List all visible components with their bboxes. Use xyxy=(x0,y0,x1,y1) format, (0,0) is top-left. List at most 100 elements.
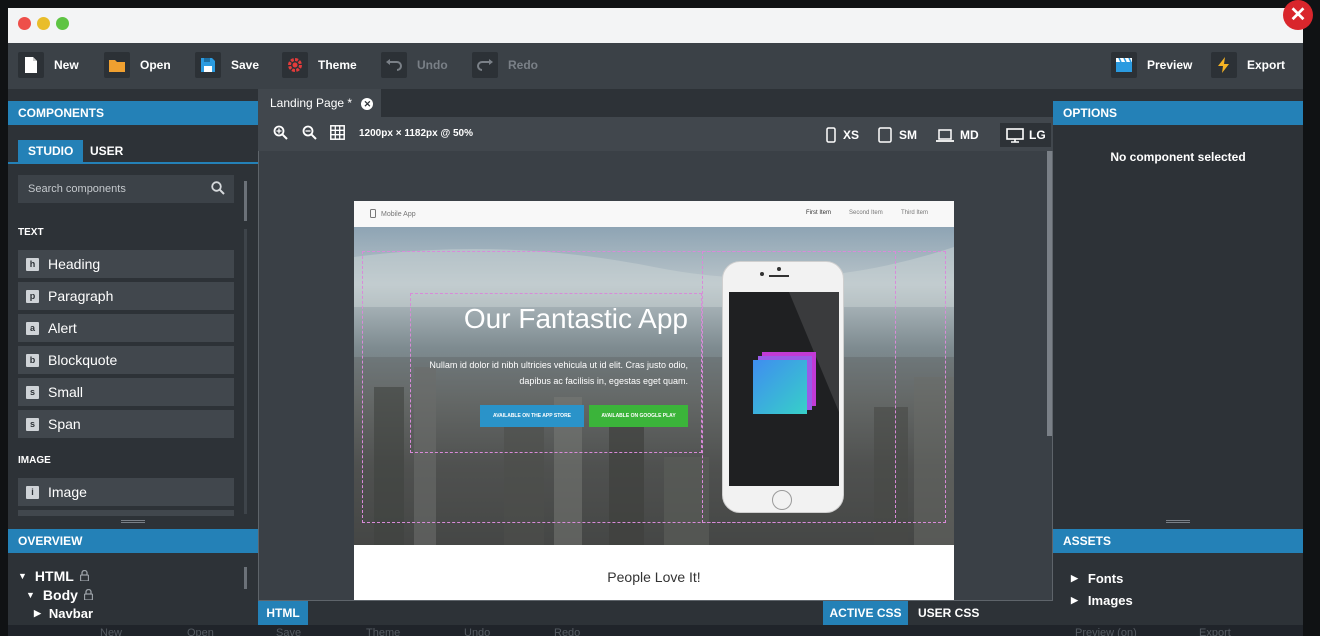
grid-icon[interactable] xyxy=(330,125,345,145)
undo-icon xyxy=(381,52,407,78)
component-paragraph[interactable]: p Paragraph xyxy=(18,282,234,310)
component-blockquote[interactable]: b Blockquote xyxy=(18,346,234,374)
breakpoint-xs[interactable]: XS xyxy=(826,123,859,147)
component-badge: s xyxy=(26,385,39,399)
resize-handle[interactable] xyxy=(1166,520,1190,523)
tree-label: Body xyxy=(42,587,78,603)
window-minimize-dot[interactable] xyxy=(37,17,50,30)
tree-item-navbar[interactable]: ▶ Navbar xyxy=(34,606,93,621)
search-icon[interactable] xyxy=(211,181,225,200)
background-toolbar: New Open Save Theme Undo Redo Preview (o… xyxy=(8,625,1303,636)
section-heading[interactable]: People Love It! xyxy=(354,569,954,585)
app-window: New Open Save Theme Undo Redo Preview Ex… xyxy=(8,8,1303,636)
breakpoint-md[interactable]: MD xyxy=(936,123,979,147)
ghost-label: Undo xyxy=(464,627,491,636)
undo-button[interactable]: Undo xyxy=(381,51,448,79)
theme-button[interactable]: Theme xyxy=(282,51,357,79)
component-badge: h xyxy=(26,257,39,271)
search-input[interactable]: Search components xyxy=(18,175,234,203)
close-app-icon[interactable]: ✕ xyxy=(1283,0,1313,30)
ghost-label: Redo xyxy=(554,627,581,636)
document-tab[interactable]: Landing Page * ✕ xyxy=(258,89,381,117)
ghost-label: Theme xyxy=(366,627,401,636)
assets-item-fonts[interactable]: ▶ Fonts xyxy=(1071,571,1123,586)
tree-item-html[interactable]: ▼ HTML xyxy=(18,568,89,584)
resize-handle[interactable] xyxy=(121,520,145,523)
breakpoint-lg[interactable]: LG xyxy=(1000,123,1051,147)
design-canvas[interactable]: Mobile App First Item Second Item Third … xyxy=(258,151,1053,601)
hero-section[interactable]: Our Fantastic App Nullam id dolor id nib… xyxy=(354,227,954,545)
tree-item-body[interactable]: ▼ Body xyxy=(26,587,94,603)
floppy-icon xyxy=(195,52,221,78)
close-tab-icon[interactable]: ✕ xyxy=(361,97,374,110)
components-scrollbar[interactable] xyxy=(244,181,247,221)
app-logo-image xyxy=(753,292,839,414)
component-image[interactable]: i Image xyxy=(18,478,234,506)
canvas-size-info: 1200px × 1182px @ 50% xyxy=(359,128,473,139)
preview-brand[interactable]: Mobile App xyxy=(381,211,416,218)
app-store-button[interactable]: AVAILABLE ON THE APP STORE xyxy=(480,405,584,427)
phone-home-button xyxy=(772,490,792,510)
component-small[interactable]: s Small xyxy=(18,378,234,406)
ghost-label: Export xyxy=(1199,627,1231,636)
phone-speaker xyxy=(769,275,789,277)
canvas-toolbar: 1200px × 1182px @ 50% XS SM MD LG xyxy=(258,117,1053,151)
gear-icon xyxy=(282,52,308,78)
zoom-in-icon[interactable] xyxy=(273,125,288,145)
tab-studio[interactable]: STUDIO xyxy=(18,140,84,162)
caret-down-icon: ▼ xyxy=(18,571,27,581)
components-scroll-track xyxy=(244,229,247,514)
export-button[interactable]: Export xyxy=(1211,51,1285,79)
zoom-out-icon[interactable] xyxy=(302,125,317,145)
preview-button[interactable]: Preview xyxy=(1111,51,1192,79)
component-span[interactable]: s Span xyxy=(18,410,234,438)
tree-label: HTML xyxy=(34,568,74,584)
breakpoint-sm[interactable]: SM xyxy=(878,123,917,147)
open-label: Open xyxy=(140,58,171,72)
title-bar xyxy=(8,8,1303,43)
component-label: Heading xyxy=(48,256,101,272)
component-badge: p xyxy=(26,289,39,303)
tab-html[interactable]: HTML xyxy=(258,601,308,625)
redo-button[interactable]: Redo xyxy=(472,51,538,79)
hero-text[interactable]: Nullam id dolor id nibh ultricies vehicu… xyxy=(424,357,688,389)
phone-screen xyxy=(729,292,839,486)
tab-user-css[interactable]: USER CSS xyxy=(918,601,988,625)
canvas-scrollbar[interactable] xyxy=(1047,151,1052,436)
preview-nav-item[interactable]: Second Item xyxy=(849,210,883,216)
phone-mockup xyxy=(722,261,844,513)
breakpoint-label: LG xyxy=(1029,128,1046,142)
window-maximize-dot[interactable] xyxy=(56,17,69,30)
tab-user[interactable]: USER xyxy=(80,140,133,162)
overview-scrollbar[interactable] xyxy=(244,567,247,589)
save-label: Save xyxy=(231,58,260,72)
mobile-brand-icon xyxy=(370,209,376,220)
folder-icon xyxy=(104,52,130,78)
new-button[interactable]: New xyxy=(18,51,79,79)
preview-nav-item[interactable]: Third Item xyxy=(901,210,928,216)
component-badge: b xyxy=(26,353,39,367)
preview-navbar[interactable]: Mobile App First Item Second Item Third … xyxy=(354,201,954,227)
lightning-icon xyxy=(1211,52,1237,78)
window-close-dot[interactable] xyxy=(18,17,31,30)
caret-down-icon: ▼ xyxy=(26,590,35,600)
category-image: IMAGE xyxy=(18,455,51,466)
component-heading[interactable]: h Heading xyxy=(18,250,234,278)
right-panel: OPTIONS No component selected ASSETS ▶ F… xyxy=(1053,89,1303,636)
assets-label: Fonts xyxy=(1087,571,1124,586)
ghost-label: Open xyxy=(187,627,214,636)
component-badge: a xyxy=(26,321,39,335)
redo-icon xyxy=(472,52,498,78)
save-button[interactable]: Save xyxy=(195,51,259,79)
google-play-button[interactable]: AVAILABLE ON GOOGLE PLAY xyxy=(589,405,688,427)
open-button[interactable]: Open xyxy=(104,51,171,79)
hero-title[interactable]: Our Fantastic App xyxy=(452,303,688,335)
component-alert[interactable]: a Alert xyxy=(18,314,234,342)
tab-active-css[interactable]: ACTIVE CSS xyxy=(823,601,908,625)
component-label: Paragraph xyxy=(48,288,114,304)
preview-nav-item[interactable]: First Item xyxy=(806,210,831,216)
preview-page[interactable]: Mobile App First Item Second Item Third … xyxy=(354,201,954,600)
lock-icon xyxy=(83,587,94,603)
assets-item-images[interactable]: ▶ Images xyxy=(1071,593,1133,608)
undo-label: Undo xyxy=(417,58,448,72)
